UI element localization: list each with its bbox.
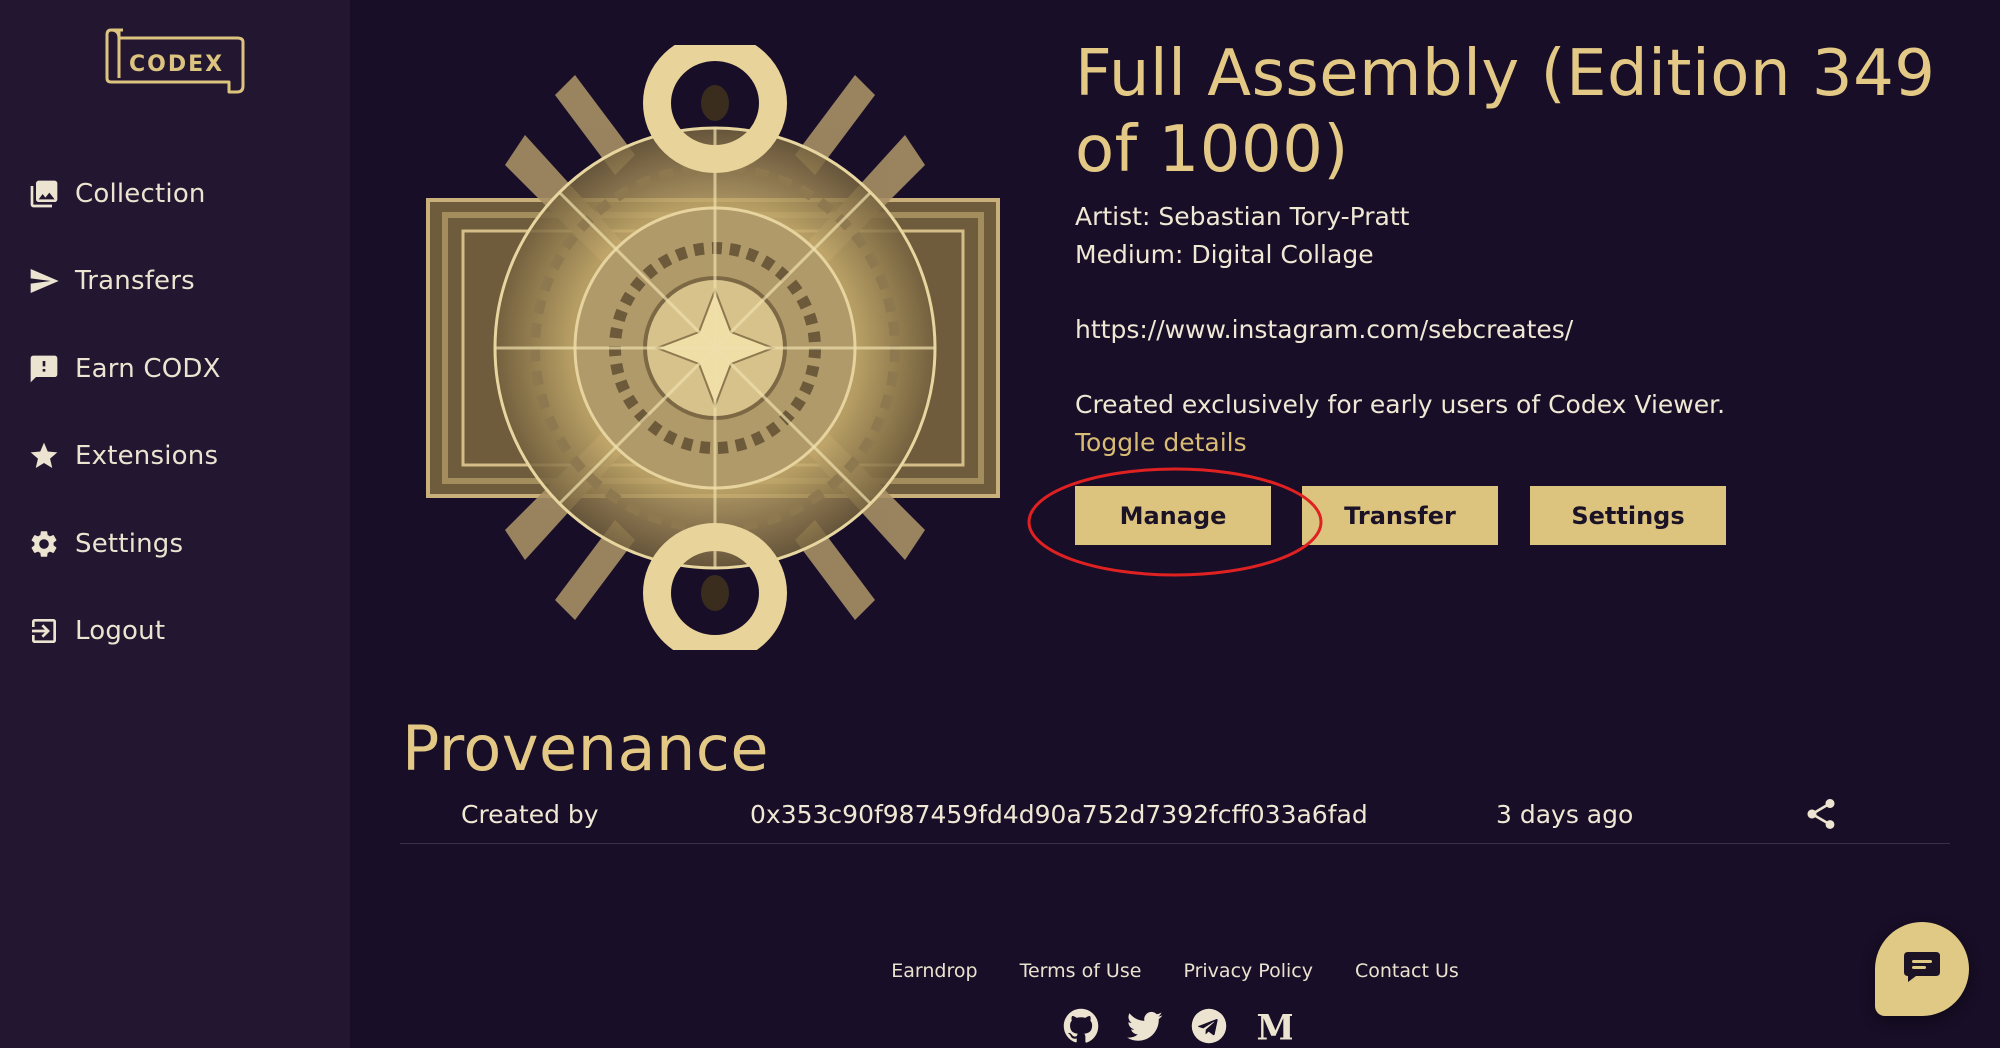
medium-icon[interactable]: M bbox=[1254, 1008, 1293, 1046]
sidebar-item-logout[interactable]: Logout bbox=[0, 588, 350, 676]
sidebar-nav: Collection Transfers Earn CODX Extension… bbox=[0, 150, 350, 675]
social-links: M bbox=[1062, 1008, 1292, 1046]
sidebar-item-label: Extensions bbox=[75, 441, 219, 472]
footer-link-privacy[interactable]: Privacy Policy bbox=[1183, 960, 1312, 982]
sidebar: CODEX Collection Transfers Earn CODX Ext… bbox=[0, 0, 350, 1048]
telegram-icon[interactable] bbox=[1190, 1008, 1228, 1046]
sidebar-item-collection[interactable]: Collection bbox=[0, 150, 350, 238]
sidebar-item-label: Transfers bbox=[75, 266, 195, 297]
table-row: Created by 0x353c90f987459fd4d90a752d739… bbox=[400, 796, 1950, 844]
feedback-icon bbox=[27, 352, 61, 386]
sidebar-item-label: Settings bbox=[75, 528, 184, 559]
svg-text:CODEX: CODEX bbox=[129, 52, 224, 77]
sidebar-item-label: Collection bbox=[75, 178, 206, 209]
artwork-description: Created exclusively for early users of C… bbox=[1075, 390, 1726, 419]
github-icon[interactable] bbox=[1062, 1008, 1100, 1046]
provenance-address[interactable]: 0x353c90f987459fd4d90a752d7392fcff033a6f… bbox=[750, 800, 1368, 829]
artwork-details: Artist: Sebastian Tory-Pratt Medium: Dig… bbox=[1075, 198, 1725, 462]
chat-icon bbox=[1902, 950, 1942, 988]
toggle-details-link[interactable]: Toggle details bbox=[1075, 424, 1725, 462]
provenance-time: 3 days ago bbox=[1496, 800, 1634, 829]
artwork-title: Full Assembly (Edition 349 of 1000) bbox=[1075, 37, 1936, 187]
medium-line: Medium: Digital Collage bbox=[1075, 240, 1374, 269]
sidebar-item-earn-codx[interactable]: Earn CODX bbox=[0, 325, 350, 413]
artist-line: Artist: Sebastian Tory-Pratt bbox=[1075, 202, 1410, 231]
settings-button[interactable]: Settings bbox=[1530, 486, 1726, 545]
sidebar-item-label: Logout bbox=[75, 616, 166, 647]
svg-text:M: M bbox=[1257, 1009, 1293, 1045]
star-icon bbox=[27, 439, 61, 473]
provenance-title: Provenance bbox=[402, 712, 770, 785]
logout-icon bbox=[27, 614, 61, 648]
sidebar-item-extensions[interactable]: Extensions bbox=[0, 413, 350, 501]
twitter-icon[interactable] bbox=[1126, 1008, 1164, 1046]
artist-link[interactable]: https://www.instagram.com/sebcreates/ bbox=[1075, 311, 1725, 349]
transfer-button[interactable]: Transfer bbox=[1302, 486, 1498, 545]
codex-logo[interactable]: CODEX bbox=[105, 26, 245, 96]
gear-icon bbox=[27, 527, 61, 561]
manage-button[interactable]: Manage bbox=[1075, 486, 1271, 545]
footer-link-terms[interactable]: Terms of Use bbox=[1020, 960, 1142, 982]
share-icon[interactable] bbox=[1803, 796, 1839, 832]
footer-link-contact[interactable]: Contact Us bbox=[1355, 960, 1459, 982]
sidebar-item-transfers[interactable]: Transfers bbox=[0, 238, 350, 326]
provenance-event: Created by bbox=[461, 800, 599, 829]
send-icon bbox=[27, 264, 61, 298]
sidebar-item-label: Earn CODX bbox=[75, 353, 221, 384]
footer-link-earndrop[interactable]: Earndrop bbox=[891, 960, 977, 982]
footer-links: Earndrop Terms of Use Privacy Policy Con… bbox=[350, 960, 2000, 982]
chat-widget-button[interactable] bbox=[1875, 922, 1969, 1016]
main-content: Full Assembly (Edition 349 of 1000) Arti… bbox=[350, 0, 2000, 1048]
gallery-icon bbox=[27, 177, 61, 211]
sidebar-item-settings[interactable]: Settings bbox=[0, 500, 350, 588]
artwork-image bbox=[425, 33, 1005, 663]
